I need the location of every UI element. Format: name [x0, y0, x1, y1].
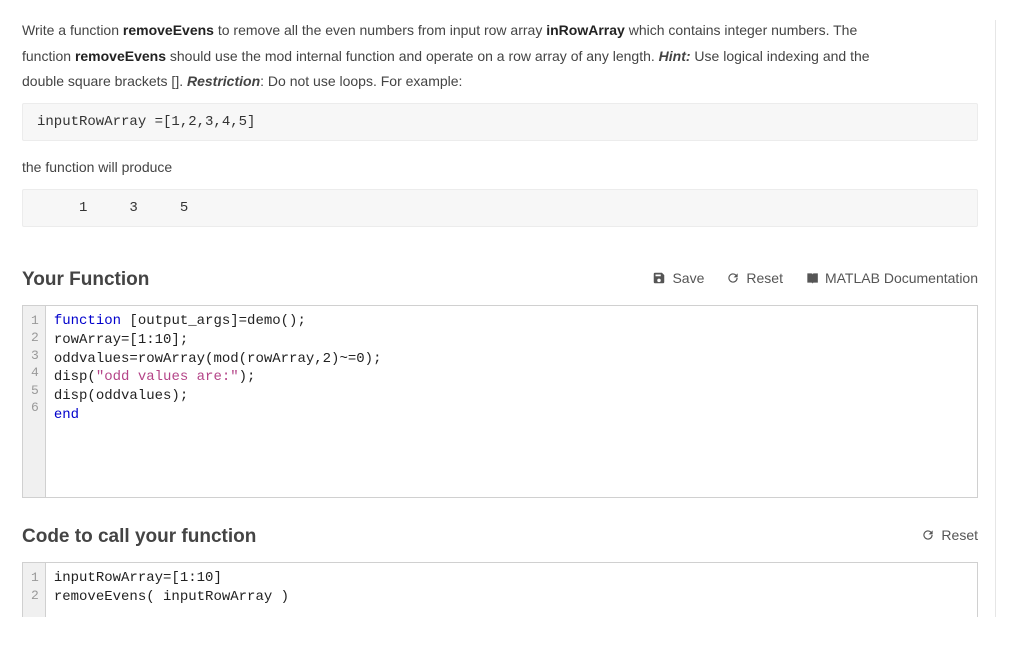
text: : Do not use loops. For example:	[260, 73, 462, 89]
fn-name: removeEvens	[75, 48, 166, 64]
line-number: 2	[31, 329, 39, 347]
line-number: 1	[31, 569, 39, 587]
code-area[interactable]: function [output_args]=demo();rowArray=[…	[46, 306, 977, 497]
text: which contains integer numbers. The	[625, 22, 857, 38]
code-line[interactable]: disp(oddvalues);	[54, 387, 969, 406]
restriction-label: Restriction	[187, 73, 260, 89]
reset-label: Reset	[746, 270, 783, 286]
call-function-title: Code to call your function	[22, 526, 256, 548]
call-function-editor[interactable]: 12 inputRowArray=[1:10]removeEvens( inpu…	[22, 562, 978, 617]
hint-label: Hint:	[659, 48, 691, 64]
code-line[interactable]: disp("odd values are:");	[54, 368, 969, 387]
text: double square brackets [].	[22, 73, 187, 89]
save-icon	[652, 271, 666, 285]
call-reset-button[interactable]: Reset	[921, 527, 978, 543]
example-output-code: 1 3 5	[22, 189, 978, 227]
call-reset-label: Reset	[941, 527, 978, 543]
fn-name: removeEvens	[123, 22, 214, 38]
example-input-code: inputRowArray =[1,2,3,4,5]	[22, 103, 978, 141]
example-after-text: the function will produce	[22, 157, 1024, 179]
line-number: 5	[31, 382, 39, 400]
text: Write a function	[22, 22, 123, 38]
text: to remove all the even numbers from inpu…	[214, 22, 546, 38]
code-line[interactable]: oddvalues=rowArray(mod(rowArray,2)~=0);	[54, 350, 969, 369]
text: Use logical indexing and the	[691, 48, 870, 64]
code-line[interactable]: function [output_args]=demo();	[54, 312, 969, 331]
code-line[interactable]: removeEvens( inputRowArray )	[54, 588, 969, 607]
save-button[interactable]: Save	[652, 270, 704, 286]
line-number: 3	[31, 347, 39, 365]
your-function-title: Your Function	[22, 269, 149, 291]
code-line[interactable]: end	[54, 406, 969, 425]
docs-link[interactable]: MATLAB Documentation	[805, 270, 978, 286]
line-number: 1	[31, 312, 39, 330]
save-label: Save	[672, 270, 704, 286]
code-line[interactable]: rowArray=[1:10];	[54, 331, 969, 350]
line-number: 4	[31, 364, 39, 382]
text: function	[22, 48, 75, 64]
line-number: 6	[31, 399, 39, 417]
reset-button[interactable]: Reset	[726, 270, 783, 286]
code-area[interactable]: inputRowArray=[1:10]removeEvens( inputRo…	[46, 563, 977, 617]
reset-icon	[726, 271, 740, 285]
line-gutter: 12	[23, 563, 46, 617]
line-gutter: 123456	[23, 306, 46, 497]
book-icon	[805, 271, 819, 285]
line-number: 2	[31, 587, 39, 605]
text: should use the mod internal function and…	[166, 48, 659, 64]
your-function-editor[interactable]: 123456 function [output_args]=demo();row…	[22, 305, 978, 498]
docs-label: MATLAB Documentation	[825, 270, 978, 286]
call-toolbar: Reset	[921, 527, 978, 543]
arg-name: inRowArray	[546, 22, 625, 38]
editor-toolbar: Save Reset MATLAB Documentation	[652, 270, 978, 286]
code-line[interactable]: inputRowArray=[1:10]	[54, 569, 969, 588]
reset-icon	[921, 528, 935, 542]
problem-statement: Write a function removeEvens to remove a…	[22, 20, 1024, 93]
